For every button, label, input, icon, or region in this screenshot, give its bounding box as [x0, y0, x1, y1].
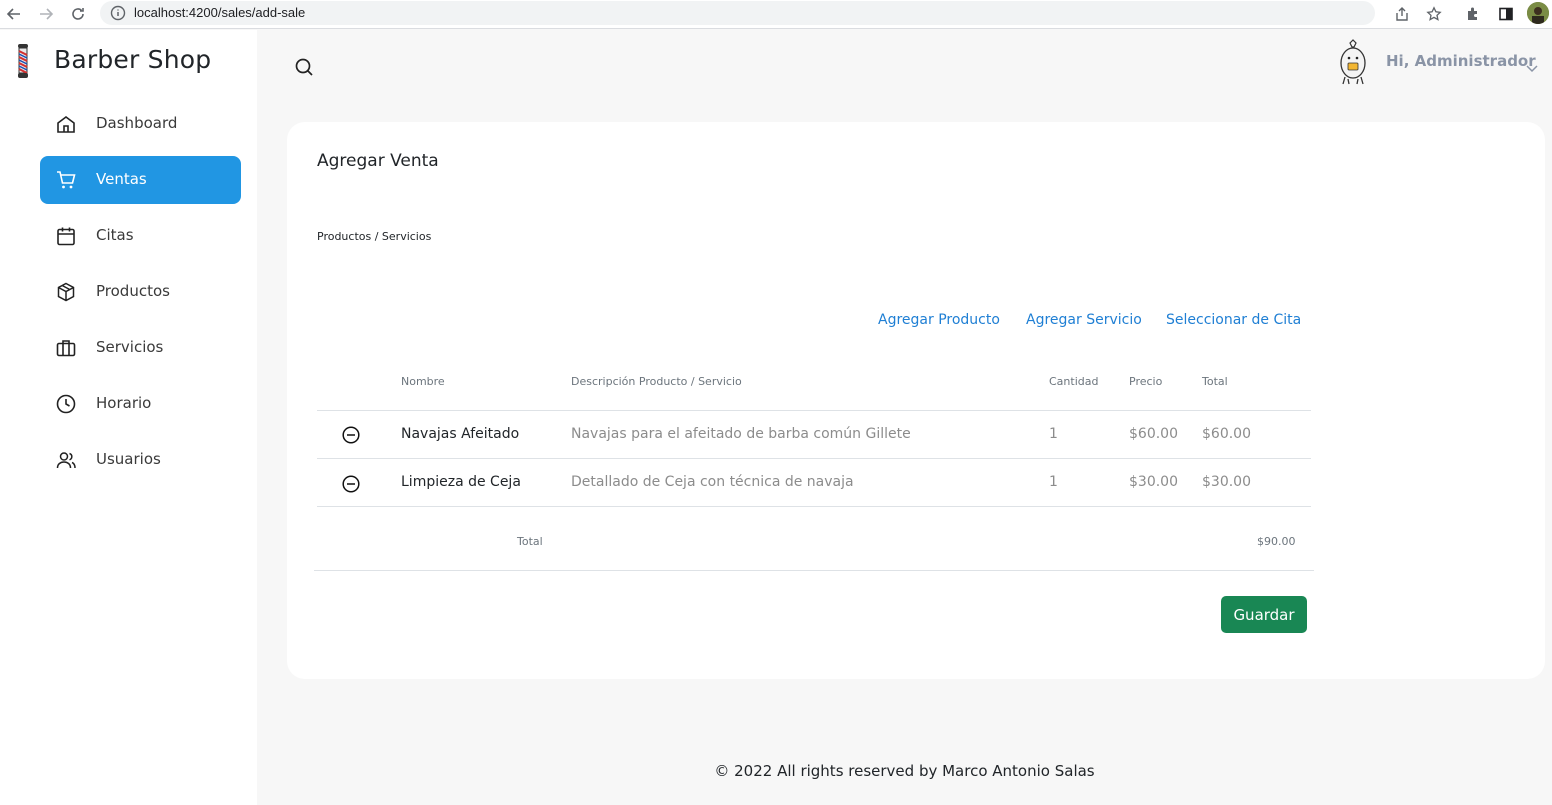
address-bar[interactable]: localhost:4200/sales/add-sale [100, 1, 1375, 25]
calendar-icon [57, 227, 75, 246]
sidebar-item-horario[interactable]: Horario [40, 380, 241, 428]
total-value: $90.00 [1257, 535, 1296, 548]
url-text: localhost:4200/sales/add-sale [134, 5, 306, 20]
add-product-link[interactable]: Agregar Producto [878, 312, 1000, 328]
info-icon[interactable] [110, 5, 126, 25]
sidebar-item-label: Servicios [96, 338, 164, 356]
row-quantity: 1 [1049, 474, 1058, 490]
greeting-text: Hi, [1386, 52, 1410, 70]
cart-icon [57, 171, 76, 189]
sidebar-item-label: Ventas [96, 170, 147, 188]
column-header-name: Nombre [401, 375, 445, 388]
side-panel-icon[interactable] [1496, 4, 1516, 24]
browser-toolbar: localhost:4200/sales/add-sale [0, 0, 1552, 29]
sidebar-item-label: Productos [96, 282, 170, 300]
remove-row-icon[interactable] [342, 426, 360, 444]
user-name: Administrador [1414, 52, 1536, 70]
column-header-total: Total [1202, 375, 1228, 388]
column-header-description: Descripción Producto / Servicio [571, 375, 742, 388]
select-appointment-link[interactable]: Seleccionar de Cita [1166, 312, 1301, 328]
remove-row-icon[interactable] [342, 475, 360, 493]
share-icon[interactable] [1392, 4, 1412, 24]
box-icon [57, 282, 75, 302]
avatar[interactable] [1336, 39, 1370, 87]
briefcase-icon [56, 340, 76, 357]
add-sale-card: Agregar Venta Productos / Servicios Agre… [287, 122, 1545, 679]
row-name: Limpieza de Ceja [401, 474, 521, 490]
extensions-icon[interactable] [1463, 4, 1483, 24]
table-divider [317, 458, 1311, 459]
row-description: Navajas para el afeitado de barba común … [571, 426, 911, 442]
bookmark-star-icon[interactable] [1424, 4, 1444, 24]
page-title: Agregar Venta [317, 151, 439, 171]
total-label: Total [517, 535, 543, 548]
save-button[interactable]: Guardar [1221, 596, 1307, 633]
chevron-down-icon[interactable] [1526, 58, 1538, 77]
row-total: $60.00 [1202, 426, 1251, 442]
column-header-quantity: Cantidad [1049, 375, 1099, 388]
sidebar-item-label: Citas [96, 226, 134, 244]
reload-icon[interactable] [68, 4, 88, 24]
back-arrow-icon[interactable] [4, 4, 24, 24]
row-quantity: 1 [1049, 426, 1058, 442]
clock-icon [56, 394, 76, 414]
row-name: Navajas Afeitado [401, 426, 520, 442]
sidebar: Barber Shop Dashboard Ventas Citas Produ… [0, 30, 257, 805]
row-total: $30.00 [1202, 474, 1251, 490]
row-description: Detallado de Ceja con técnica de navaja [571, 474, 854, 490]
total-divider [314, 570, 1314, 571]
sidebar-item-citas[interactable]: Citas [40, 212, 241, 260]
footer-text: © 2022 All rights reserved by Marco Anto… [714, 762, 1095, 780]
user-greeting[interactable]: Hi, Administrador [1386, 52, 1536, 70]
profile-avatar[interactable] [1527, 2, 1549, 24]
users-icon [56, 452, 76, 469]
sidebar-item-servicios[interactable]: Servicios [40, 324, 241, 372]
sidebar-item-dashboard[interactable]: Dashboard [40, 100, 241, 148]
add-service-link[interactable]: Agregar Servicio [1026, 312, 1142, 328]
sidebar-item-ventas[interactable]: Ventas [40, 156, 241, 204]
sidebar-item-label: Dashboard [96, 114, 178, 132]
search-icon[interactable] [293, 56, 317, 80]
sidebar-item-label: Horario [96, 394, 152, 412]
sidebar-item-label: Usuarios [96, 450, 161, 468]
sidebar-item-usuarios[interactable]: Usuarios [40, 436, 241, 484]
column-header-price: Precio [1129, 375, 1163, 388]
home-icon [57, 116, 75, 133]
brand-name: Barber Shop [54, 45, 212, 74]
table-divider [317, 506, 1311, 507]
row-price: $30.00 [1129, 474, 1178, 490]
forward-arrow-icon[interactable] [36, 4, 56, 24]
table-divider [317, 410, 1311, 411]
row-price: $60.00 [1129, 426, 1178, 442]
barber-pole-logo [12, 44, 34, 82]
sidebar-item-productos[interactable]: Productos [40, 268, 241, 316]
breadcrumb: Productos / Servicios [317, 230, 432, 243]
